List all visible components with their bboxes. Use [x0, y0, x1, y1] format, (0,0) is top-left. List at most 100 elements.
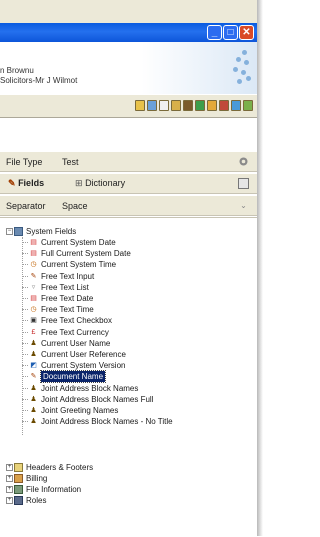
file-type-value: Test: [62, 157, 79, 167]
tree-node[interactable]: ◷ Current System Time: [29, 259, 116, 270]
field-tree: − System Fields ▤ Current System Date ▤ Ful…: [0, 217, 257, 537]
pen-icon: ✎: [30, 373, 37, 381]
collapse-system-fields-button[interactable]: −: [6, 228, 13, 235]
tab-dictionary[interactable]: ⊞ Dictionary: [75, 178, 125, 189]
tree-guide-tick: [22, 376, 28, 378]
tree-guide-tick: [22, 309, 28, 311]
toolbar-user-icon[interactable]: [183, 100, 193, 111]
tree-node-billing[interactable]: Billing: [14, 473, 47, 484]
file-type-row[interactable]: File Type Test: [0, 152, 257, 172]
tree-node[interactable]: £ Free Text Currency: [29, 327, 109, 338]
tree-node-label: Joint Address Block Names: [41, 383, 139, 393]
tree-guide-tick: [22, 398, 28, 400]
tree-node-file-information[interactable]: File Information: [14, 484, 81, 495]
tree-node[interactable]: ▿ Free Text List: [29, 282, 89, 293]
tree-node-label: File Information: [26, 485, 82, 494]
tree-node-system-fields[interactable]: System Fields: [14, 226, 76, 237]
panel-toggle-icon[interactable]: [238, 178, 249, 189]
toolbar-folder-icon[interactable]: [207, 100, 217, 111]
tree-guide-tick: [22, 421, 28, 423]
expand-headers-footers-button[interactable]: +: [6, 464, 13, 471]
close-button[interactable]: ✕: [239, 25, 254, 40]
tree-guide-tick: [22, 298, 28, 299]
properties-icon[interactable]: [238, 156, 249, 167]
toolbar-mail-icon[interactable]: [171, 100, 181, 111]
tree-node-label: Headers & Footers: [26, 463, 94, 472]
separator-value: Space: [62, 201, 88, 211]
tree-guide-tick: [22, 354, 28, 355]
separator-row[interactable]: Separator Space ⌄: [0, 196, 257, 216]
toolbar: [0, 94, 257, 118]
maximize-button[interactable]: □: [223, 25, 238, 40]
tree-node[interactable]: ▤ Current System Date: [29, 237, 116, 248]
toolbar-settings-icon[interactable]: [243, 100, 253, 111]
tree-node[interactable]: ♟ Current User Reference: [29, 349, 126, 360]
clock-icon: ◷: [30, 306, 37, 314]
expand-roles-button[interactable]: +: [6, 497, 13, 504]
currency-icon: £: [31, 328, 36, 336]
tree-node-selected[interactable]: ✎ Document Name: [29, 370, 107, 384]
pen-icon: ✎: [8, 178, 16, 188]
toolbar-page-icon[interactable]: [159, 100, 169, 111]
tab-fields[interactable]: ✎ Fields: [8, 178, 44, 189]
expand-file-information-button[interactable]: +: [6, 486, 13, 493]
person-icon: ♟: [30, 351, 37, 358]
spacer: [0, 118, 257, 150]
tree-guide-tick: [22, 320, 28, 322]
toolbar-open-icon[interactable]: [135, 100, 145, 111]
tree-node[interactable]: ◷ Free Text Time: [29, 304, 94, 315]
header-decor-graphic: [228, 48, 252, 88]
tree-node[interactable]: ♟ Joint Address Block Names: [29, 383, 138, 394]
system-fields-icon: [14, 227, 23, 236]
person-icon: ♟: [30, 407, 37, 414]
tree-node[interactable]: ▤ Full Current System Date: [29, 248, 131, 259]
tree-node-label: Current User Reference: [41, 350, 126, 359]
tree-guide-tick: [22, 387, 28, 389]
tree-guide-tick: [22, 342, 28, 344]
tree-node[interactable]: ♟ Joint Greeting Names: [29, 405, 118, 416]
tree-node-label: Free Text Currency: [41, 327, 109, 337]
tree-guide-tick: [22, 275, 28, 277]
minimize-button[interactable]: _: [207, 25, 222, 40]
separator-label: Separator: [6, 201, 46, 211]
tree-node-label: Free Text Time: [41, 305, 94, 315]
tree-node[interactable]: ▣ Free Text Checkbox: [29, 315, 112, 326]
tree-guide-tick: [22, 331, 28, 333]
expand-billing-button[interactable]: +: [6, 475, 13, 482]
tree-node[interactable]: ♟ Joint Address Block Names - No Title: [29, 416, 173, 427]
tree-guide-tick: [22, 410, 28, 411]
chevron-down-icon[interactable]: ⌄: [238, 200, 249, 211]
tree-guide-tick: [22, 264, 28, 266]
toolbar-refresh-icon[interactable]: [195, 100, 205, 111]
tree-node-label: Free Text List: [41, 282, 89, 292]
tree-node[interactable]: ◩ Current System Version: [29, 360, 125, 371]
calendar-icon: ▤: [30, 250, 37, 258]
tree-node[interactable]: ♟ Joint Address Block Names Full: [29, 394, 153, 405]
tree-node-label: Roles: [26, 496, 47, 505]
tree-node[interactable]: ♟ Current User Name: [29, 338, 110, 349]
billing-icon: [14, 474, 23, 483]
person-icon: ♟: [30, 384, 37, 392]
matter-header: n Brownu Solicitors-Mr J Wilmot: [0, 42, 257, 94]
tree-node-roles[interactable]: Roles: [14, 495, 46, 506]
tree-node-label: Joint Greeting Names: [41, 406, 119, 415]
toolbar-delete-icon[interactable]: [219, 100, 229, 111]
calendar-icon: ▤: [30, 295, 37, 302]
tree-node[interactable]: ✎ Free Text Input: [29, 271, 95, 282]
tree-node-label: Current System Version: [41, 361, 126, 371]
pen-icon: ✎: [30, 272, 37, 280]
tree-node-headers-footers[interactable]: Headers & Footers: [14, 462, 93, 473]
tree-node-label: Joint Address Block Names - No Title: [41, 417, 173, 427]
toolbar-print-icon[interactable]: [231, 100, 241, 111]
tree-node-label: Billing: [26, 474, 48, 483]
person-icon: ♟: [30, 395, 37, 403]
toolbar-save-icon[interactable]: [147, 100, 157, 111]
file-type-label: File Type: [6, 157, 43, 167]
person-icon: ♟: [30, 339, 37, 347]
tree-node-label: Full Current System Date: [41, 249, 131, 259]
clock-icon: ◷: [30, 261, 37, 269]
roles-icon: [14, 496, 23, 505]
person-icon: ♟: [30, 418, 37, 426]
tree-guide-tick: [22, 242, 28, 243]
tree-node[interactable]: ▤ Free Text Date: [29, 293, 93, 304]
